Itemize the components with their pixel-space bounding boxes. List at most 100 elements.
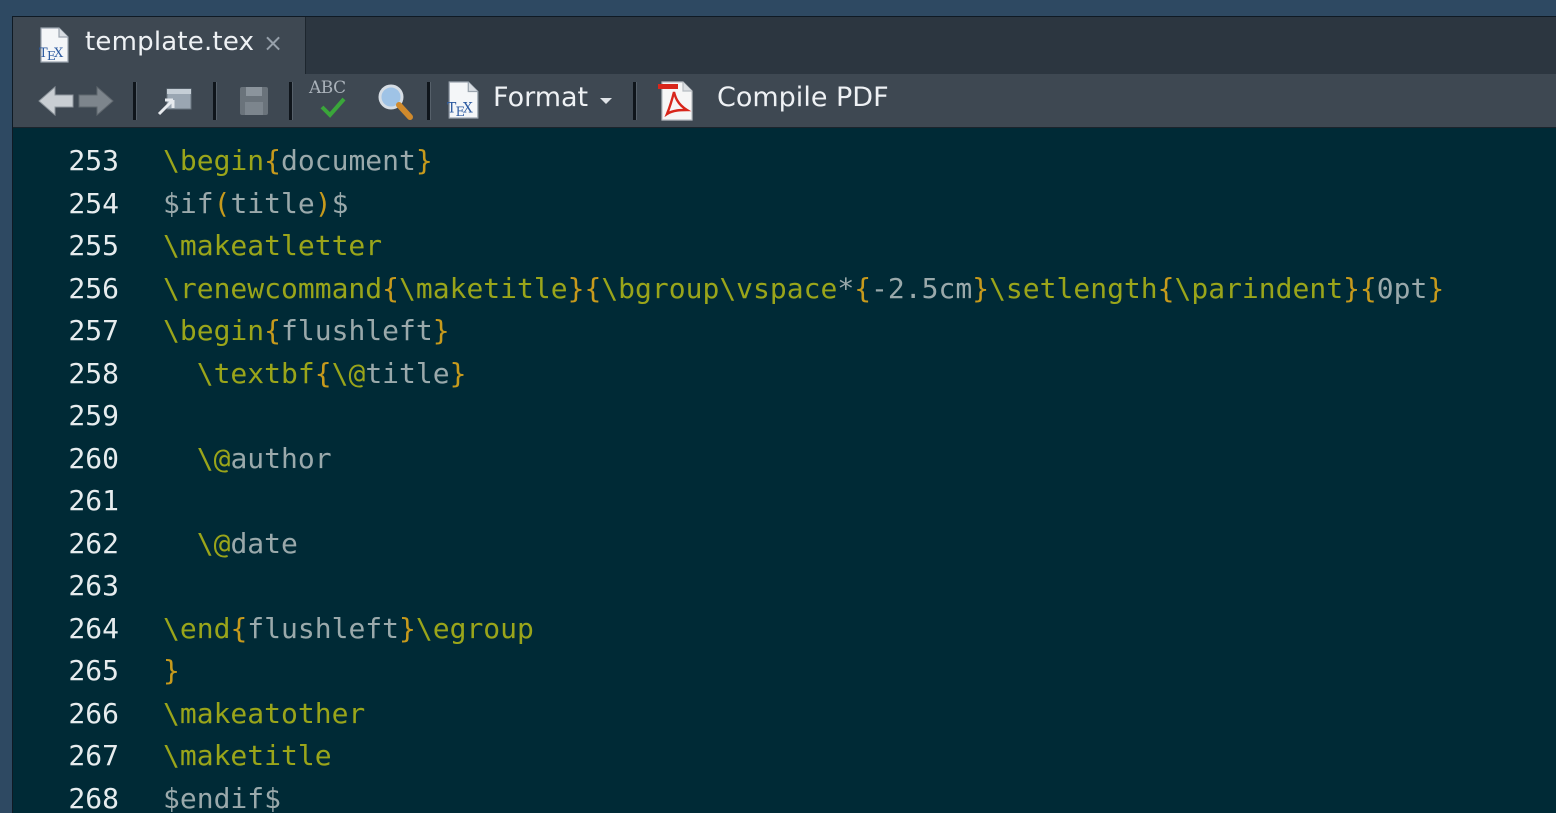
code-token: $endif$	[163, 782, 281, 813]
code-token: {	[382, 272, 399, 305]
code-line[interactable]: 258 \textbf{\@title}	[13, 353, 1556, 395]
toolbar: ABC T E X Format	[13, 74, 1556, 128]
code-token: \renewcommand	[163, 272, 382, 305]
code-line[interactable]: 265}	[13, 650, 1556, 692]
code-token: \maketitle	[163, 739, 332, 772]
check-icon	[319, 96, 347, 118]
code-text: \@author	[163, 438, 332, 480]
code-line[interactable]: 262 \@date	[13, 523, 1556, 565]
code-token: title	[230, 187, 314, 220]
search-icon[interactable]	[375, 74, 415, 127]
code-token: }	[1427, 272, 1444, 305]
code-token	[163, 442, 197, 475]
code-token: $	[332, 187, 349, 220]
line-number: 267	[13, 735, 119, 777]
code-line[interactable]: 259	[13, 395, 1556, 437]
svg-text:X: X	[54, 46, 64, 61]
editor-window: T E X template.tex ×	[12, 16, 1556, 813]
line-number: 266	[13, 693, 119, 735]
line-number: 265	[13, 650, 119, 692]
code-token: }{	[1343, 272, 1377, 305]
code-text: $endif$	[163, 778, 281, 813]
format-button[interactable]: T E X Format	[445, 74, 625, 127]
line-number: 257	[13, 310, 119, 352]
code-token: {	[315, 357, 332, 390]
code-token: )	[315, 187, 332, 220]
code-token: flushleft	[247, 612, 399, 645]
line-number: 263	[13, 565, 119, 607]
code-line[interactable]: 268$endif$	[13, 778, 1556, 813]
code-line[interactable]: 253\begin{document}	[13, 140, 1556, 182]
code-line[interactable]: 256\renewcommand{\maketitle}{\bgroup\vsp…	[13, 268, 1556, 310]
line-number: 258	[13, 353, 119, 395]
toolbar-separator	[133, 82, 137, 120]
code-editor[interactable]: 253\begin{document}254$if(title)$255\mak…	[13, 128, 1556, 813]
code-text: \@date	[163, 523, 298, 565]
code-token	[163, 357, 197, 390]
pdf-icon	[655, 80, 697, 122]
code-token: -2.5cm	[871, 272, 972, 305]
code-text: }	[163, 650, 180, 692]
show-in-window-icon[interactable]	[155, 74, 195, 127]
code-token: 0pt	[1377, 272, 1428, 305]
code-text: \begin{document}	[163, 140, 433, 182]
code-token: \@	[197, 527, 231, 560]
tex-file-icon: T E X	[37, 27, 71, 63]
line-number: 259	[13, 395, 119, 437]
code-token: \end	[163, 612, 230, 645]
svg-text:X: X	[463, 101, 473, 117]
code-token: \egroup	[416, 612, 534, 645]
code-token: \begin	[163, 314, 264, 347]
code-token: document	[281, 144, 416, 177]
tab-label: template.tex	[85, 27, 254, 57]
line-number: 260	[13, 438, 119, 480]
save-icon[interactable]	[237, 74, 271, 127]
toolbar-separator	[633, 82, 637, 120]
compile-pdf-label: Compile PDF	[717, 82, 889, 113]
code-line[interactable]: 254$if(title)$	[13, 183, 1556, 225]
code-line[interactable]: 255\makeatletter	[13, 225, 1556, 267]
code-token: \parindent	[1175, 272, 1344, 305]
close-icon[interactable]: ×	[261, 31, 285, 55]
code-token: flushleft	[281, 314, 433, 347]
compile-pdf-button[interactable]: Compile PDF	[653, 74, 913, 127]
line-number: 262	[13, 523, 119, 565]
format-label: Format	[493, 82, 588, 113]
code-token: {	[1158, 272, 1175, 305]
code-token: }	[450, 357, 467, 390]
code-token: }	[163, 654, 180, 687]
code-token: }	[399, 612, 416, 645]
toolbar-separator	[427, 82, 431, 120]
code-text: \makeatother	[163, 693, 365, 735]
code-line[interactable]: 257 \begin{flushleft}	[13, 310, 1556, 352]
code-text: \end{flushleft}\egroup	[163, 608, 534, 650]
code-token: \begin	[163, 144, 264, 177]
code-line[interactable]: 267 \maketitle	[13, 735, 1556, 777]
line-number: 261	[13, 480, 119, 522]
back-arrow-icon[interactable]	[39, 87, 73, 115]
tab-template-tex[interactable]: T E X template.tex ×	[13, 17, 306, 74]
code-line[interactable]: 263	[13, 565, 1556, 607]
line-number: 256	[13, 268, 119, 310]
code-token: \makeatother	[163, 697, 365, 730]
code-token: \makeatletter	[163, 229, 382, 262]
code-token: \@	[332, 357, 366, 390]
code-line[interactable]: 261	[13, 480, 1556, 522]
forward-arrow-icon[interactable]	[79, 87, 113, 115]
code-token: {	[230, 612, 247, 645]
line-number: 264	[13, 608, 119, 650]
code-token: \maketitle	[399, 272, 568, 305]
code-token: }	[972, 272, 989, 305]
code-line[interactable]: 264 \end{flushleft}\egroup	[13, 608, 1556, 650]
code-token: (	[214, 187, 231, 220]
tab-bar: T E X template.tex ×	[13, 17, 1556, 75]
code-token: title	[365, 357, 449, 390]
code-line[interactable]: 260 \@author	[13, 438, 1556, 480]
code-text: \begin{flushleft}	[163, 310, 450, 352]
spellcheck-button[interactable]: ABC	[309, 74, 357, 127]
code-token: }	[416, 144, 433, 177]
code-token: \textbf	[197, 357, 315, 390]
code-line[interactable]: 266 \makeatother	[13, 693, 1556, 735]
code-text: \textbf{\@title}	[163, 353, 466, 395]
toolbar-separator	[289, 82, 293, 120]
